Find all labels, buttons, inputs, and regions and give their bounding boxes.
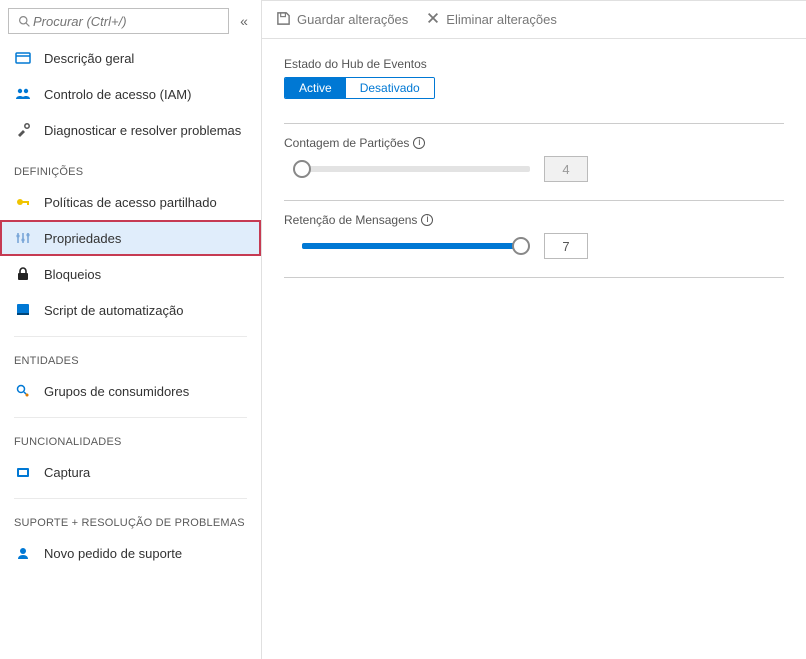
- sidebar-item-label: Novo pedido de suporte: [44, 546, 182, 561]
- sidebar-item-label: Propriedades: [44, 231, 121, 246]
- consumer-groups-icon: [14, 382, 32, 400]
- discard-button[interactable]: Eliminar alterações: [426, 11, 557, 28]
- close-icon: [426, 11, 440, 28]
- sidebar-item-properties[interactable]: Propriedades: [0, 220, 261, 256]
- section-header-support: SUPORTE + RESOLUÇÃO DE PROBLEMAS: [0, 499, 261, 535]
- save-label: Guardar alterações: [297, 12, 408, 27]
- sidebar-item-label: Grupos de consumidores: [44, 384, 189, 399]
- sidebar-item-label: Descrição geral: [44, 51, 134, 66]
- capture-icon: [14, 463, 32, 481]
- retention-value[interactable]: 7: [544, 233, 588, 259]
- sliders-icon: [14, 229, 32, 247]
- main-panel: Guardar alterações Eliminar alterações E…: [262, 0, 806, 659]
- sidebar-item-label: Diagnosticar e resolver problemas: [44, 123, 241, 138]
- sidebar-item-label: Controlo de acesso (IAM): [44, 87, 191, 102]
- search-icon: [15, 12, 33, 30]
- sidebar-item-new-support-request[interactable]: Novo pedido de suporte: [0, 535, 261, 571]
- sidebar-item-automation-script[interactable]: Script de automatização: [0, 292, 261, 328]
- lock-icon: [14, 265, 32, 283]
- info-icon[interactable]: i: [421, 214, 433, 226]
- save-icon: [276, 11, 291, 29]
- section-header-entities: ENTIDADES: [0, 337, 261, 373]
- content: Estado do Hub de Eventos Active Desativa…: [262, 39, 806, 296]
- collapse-sidebar-button[interactable]: «: [235, 13, 253, 29]
- save-button[interactable]: Guardar alterações: [276, 11, 408, 29]
- search-box[interactable]: [8, 8, 229, 34]
- partition-label: Contagem de Partições: [284, 136, 409, 150]
- sidebar-item-diagnose[interactable]: Diagnosticar e resolver problemas: [0, 112, 261, 148]
- search-row: «: [0, 0, 261, 40]
- info-icon[interactable]: i: [413, 137, 425, 149]
- sidebar-item-shared-access-policies[interactable]: Políticas de acesso partilhado: [0, 184, 261, 220]
- section-header-definitions: DEFINIÇÕES: [0, 148, 261, 184]
- sidebar-item-label: Bloqueios: [44, 267, 101, 282]
- sidebar-item-label: Políticas de acesso partilhado: [44, 195, 217, 210]
- support-icon: [14, 544, 32, 562]
- sidebar: « Descrição geral Controlo de acesso (IA…: [0, 0, 262, 659]
- retention-block: Retenção de Mensagens i 7: [284, 201, 784, 278]
- partition-value: 4: [544, 156, 588, 182]
- discard-label: Eliminar alterações: [446, 12, 557, 27]
- search-input[interactable]: [33, 14, 222, 29]
- status-label: Estado do Hub de Eventos: [284, 57, 784, 71]
- partition-slider: [302, 166, 530, 172]
- retention-label: Retenção de Mensagens: [284, 213, 417, 227]
- partition-slider-thumb: [293, 160, 311, 178]
- status-inactive-tab[interactable]: Desativado: [346, 78, 434, 98]
- overview-icon: [14, 49, 32, 67]
- partition-block: Contagem de Partições i 4: [284, 124, 784, 201]
- status-toggle[interactable]: Active Desativado: [284, 77, 435, 99]
- sidebar-item-capture[interactable]: Captura: [0, 454, 261, 490]
- sidebar-item-consumer-groups[interactable]: Grupos de consumidores: [0, 373, 261, 409]
- key-icon: [14, 193, 32, 211]
- script-icon: [14, 301, 32, 319]
- nav: Descrição geral Controlo de acesso (IAM)…: [0, 40, 261, 571]
- people-icon: [14, 85, 32, 103]
- status-active-tab[interactable]: Active: [285, 78, 346, 98]
- sidebar-item-label: Script de automatização: [44, 303, 183, 318]
- tools-icon: [14, 121, 32, 139]
- sidebar-item-locks[interactable]: Bloqueios: [0, 256, 261, 292]
- sidebar-item-label: Captura: [44, 465, 90, 480]
- retention-slider[interactable]: [302, 243, 530, 249]
- sidebar-item-access-control[interactable]: Controlo de acesso (IAM): [0, 76, 261, 112]
- retention-slider-thumb[interactable]: [512, 237, 530, 255]
- toolbar: Guardar alterações Eliminar alterações: [262, 1, 806, 39]
- sidebar-item-overview[interactable]: Descrição geral: [0, 40, 261, 76]
- status-block: Estado do Hub de Eventos Active Desativa…: [284, 57, 784, 124]
- section-header-features: FUNCIONALIDADES: [0, 418, 261, 454]
